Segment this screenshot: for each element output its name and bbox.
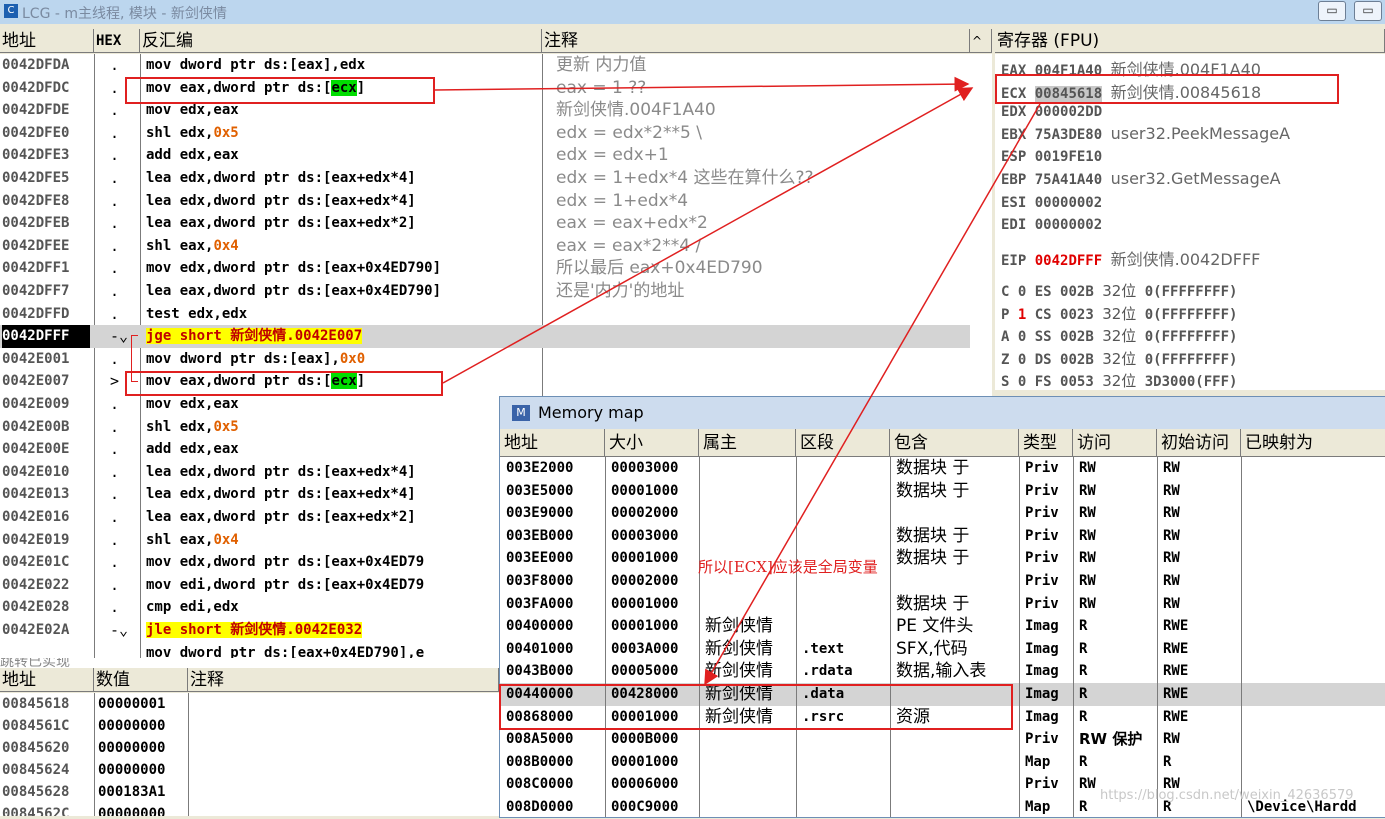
arrow-to-ecx-register-2 xyxy=(442,87,974,384)
annotation-arrows xyxy=(434,76,1041,686)
arrow-to-data-section xyxy=(704,103,1041,686)
arrow-to-ecx-register-1 xyxy=(434,76,970,92)
annotation-note: 所以[ECX]应该是全局变量 xyxy=(698,558,878,576)
watermark: https://blog.csdn.net/weixin_42636579 xyxy=(1100,788,1354,803)
